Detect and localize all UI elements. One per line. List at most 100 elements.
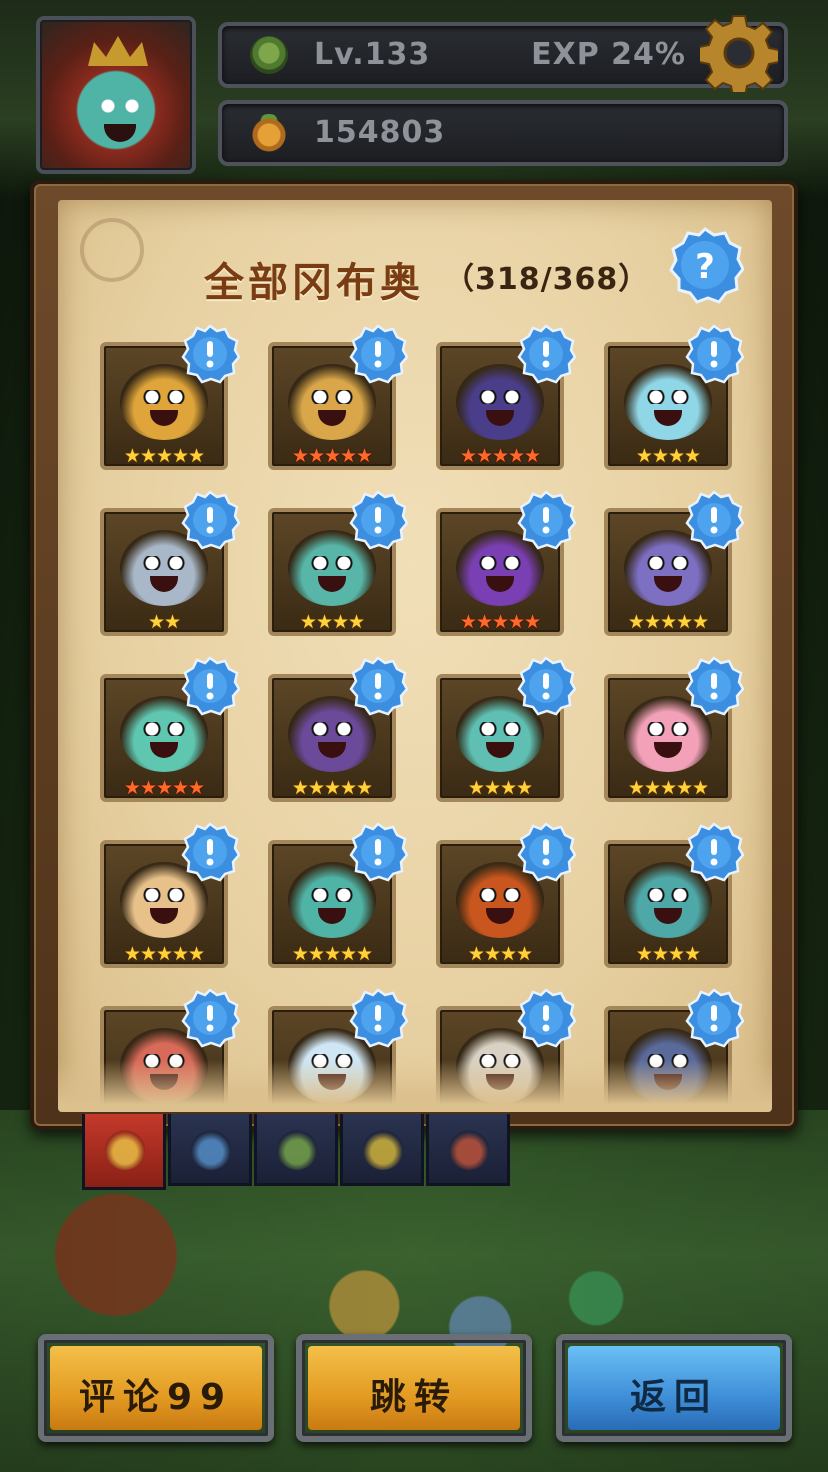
comment-button[interactable]: 评论99 [38, 1334, 274, 1442]
exclamation-icon [181, 822, 240, 882]
star-rating: ★★★★★ [459, 445, 541, 467]
exclamation-icon [517, 656, 576, 716]
avatar-mouth [104, 124, 136, 142]
monster-card[interactable]: ★★★★★ [268, 656, 408, 802]
exclamation-icon [685, 656, 744, 716]
exclamation-icon [349, 656, 408, 716]
collection-count: （318/368） [444, 262, 650, 297]
gear-icon[interactable] [700, 14, 778, 92]
emblem-icon [80, 218, 144, 282]
tab-red-tab[interactable] [426, 1114, 510, 1186]
monster-card[interactable]: ★★★★★ [268, 324, 408, 470]
avatar-eyes [96, 98, 144, 114]
tab-all-tab[interactable] [82, 1114, 166, 1190]
tab-monster-icon [449, 1130, 489, 1170]
comment-button-label: 评论99 [78, 1377, 234, 1418]
player-avatar[interactable] [36, 16, 196, 174]
coin-count: 154803 [314, 115, 446, 150]
monster-card[interactable]: ★★★★★ [268, 822, 408, 968]
star-rating: ★★★★ [635, 943, 701, 965]
svg-text:?: ? [695, 247, 715, 287]
monster-card[interactable]: ★★★★★ [604, 490, 744, 636]
tab-green-tab[interactable] [254, 1114, 338, 1186]
tab-yellow-tab[interactable] [340, 1114, 424, 1186]
star-rating: ★★★★★ [291, 445, 373, 467]
star-rating: ★★★★ [299, 611, 365, 633]
exclamation-icon [349, 490, 408, 550]
monster-eyes [140, 888, 188, 902]
exclamation-icon [517, 324, 576, 384]
exclamation-icon [181, 490, 240, 550]
tab-blue-tab[interactable] [168, 1114, 252, 1186]
exclamation-icon [685, 490, 744, 550]
monster-eyes [140, 556, 188, 570]
exclamation-icon [685, 822, 744, 882]
tab-monster-icon [363, 1130, 403, 1170]
monster-card[interactable]: ★★★★★ [100, 822, 240, 968]
jump-button[interactable]: 跳转 [296, 1334, 532, 1442]
monster-card[interactable]: ★★★★★ [436, 324, 576, 470]
monster-card[interactable]: ★★★★★ [100, 656, 240, 802]
monster-eyes [476, 722, 524, 736]
exclamation-icon [181, 656, 240, 716]
star-rating: ★★★★★ [123, 777, 205, 799]
panel-title: 全部冈布奥 [204, 260, 424, 306]
monster-eyes [476, 888, 524, 902]
exclamation-icon [349, 822, 408, 882]
monster-eyes [476, 390, 524, 404]
tab-monster-icon [105, 1130, 145, 1170]
exp-label: EXP 24% [531, 37, 686, 72]
monster-card[interactable]: ★★★★ [604, 324, 744, 470]
exclamation-icon [517, 988, 576, 1048]
star-rating: ★★★★ [467, 777, 533, 799]
back-button-label: 返回 [629, 1377, 718, 1418]
scroll-fade [58, 1060, 772, 1112]
exclamation-icon [181, 988, 240, 1048]
star-rating: ★★★★★ [459, 611, 541, 633]
star-rating: ★★★★★ [627, 777, 709, 799]
monster-card[interactable]: ★★★★ [436, 656, 576, 802]
monster-card[interactable]: ★★★★★ [100, 324, 240, 470]
monster-eyes [140, 722, 188, 736]
exclamation-icon [685, 988, 744, 1048]
question-icon[interactable]: ? [666, 226, 744, 304]
star-rating: ★★★★★ [123, 943, 205, 965]
monster-eyes [308, 722, 356, 736]
monster-card[interactable]: ★★★★ [268, 490, 408, 636]
monster-card[interactable]: ★★★★ [604, 822, 744, 968]
monster-eyes [644, 390, 692, 404]
monster-card[interactable]: ★★★★★ [436, 490, 576, 636]
star-rating: ★★★★ [467, 943, 533, 965]
exclamation-icon [181, 324, 240, 384]
monster-card[interactable]: ★★ [100, 490, 240, 636]
exclamation-icon [517, 490, 576, 550]
monster-eyes [308, 888, 356, 902]
collection-panel: 全部冈布奥 （318/368） ? ★★★★★ ★★★★★ ★★★★★ ★★★★ ★★ ★… [58, 200, 772, 1112]
star-rating: ★★★★★ [123, 445, 205, 467]
fruit-coin-icon [250, 114, 288, 152]
exclamation-icon [517, 822, 576, 882]
jump-button-label: 跳转 [369, 1377, 458, 1418]
back-button[interactable]: 返回 [556, 1334, 792, 1442]
tree-icon [250, 36, 288, 74]
crown-icon [88, 36, 148, 66]
monster-eyes [644, 888, 692, 902]
exclamation-icon [685, 324, 744, 384]
tab-monster-icon [277, 1130, 317, 1170]
exclamation-icon [349, 988, 408, 1048]
star-rating: ★★★★★ [627, 611, 709, 633]
star-rating: ★★★★★ [291, 777, 373, 799]
monster-eyes [476, 556, 524, 570]
monster-eyes [308, 390, 356, 404]
monster-eyes [644, 722, 692, 736]
exclamation-icon [349, 324, 408, 384]
star-rating: ★★ [147, 611, 181, 633]
monster-card[interactable]: ★★★★★ [604, 656, 744, 802]
tab-monster-icon [191, 1130, 231, 1170]
monster-eyes [308, 556, 356, 570]
monster-eyes [140, 390, 188, 404]
coin-bar: 154803 [218, 100, 788, 166]
monster-eyes [644, 556, 692, 570]
star-rating: ★★★★ [635, 445, 701, 467]
monster-card[interactable]: ★★★★ [436, 822, 576, 968]
